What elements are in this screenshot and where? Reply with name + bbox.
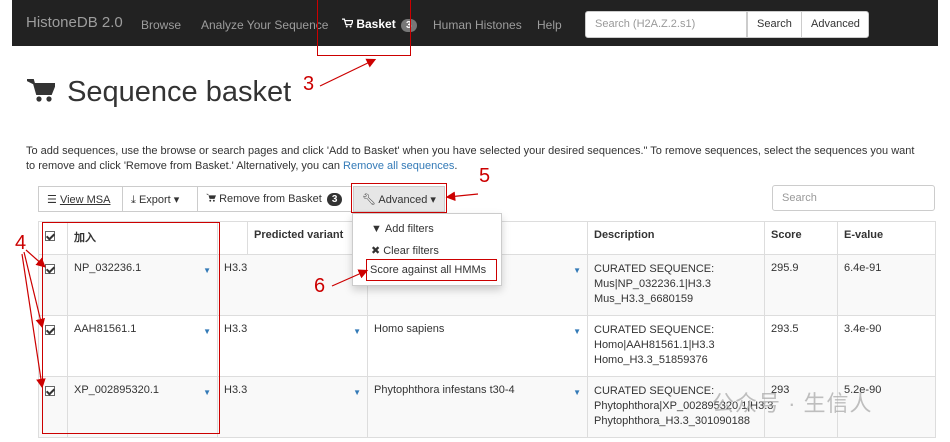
remove-label: Remove from Basket	[219, 193, 322, 205]
annotation-number-5: 5	[479, 165, 491, 187]
header-description[interactable]: Description	[587, 221, 765, 255]
arrow-3	[319, 58, 377, 87]
annotation-box-checkbox-column	[42, 222, 220, 434]
description-cell: CURATED SEQUENCE: Homo|AAH81561.1|H3.3 H…	[587, 315, 765, 377]
table-search-input[interactable]: Search	[772, 185, 935, 211]
list-icon: ☰	[47, 194, 57, 206]
annotation-box-score	[366, 259, 497, 281]
menu-item-clear-filters[interactable]: ✖ Clear filters	[371, 244, 439, 257]
intro-text: To add sequences, use the browse or sear…	[26, 145, 915, 172]
chevron-down-icon: ▾	[173, 194, 180, 206]
intro-paragraph: To add sequences, use the browse or sear…	[26, 144, 926, 174]
annotation-box-basket	[317, 0, 411, 56]
chevron-down-icon[interactable]: ▼	[573, 388, 581, 397]
annotation-number-3: 3	[303, 73, 315, 95]
annotation-number-4: 4	[15, 232, 27, 254]
organism-cell[interactable]: Homo sapiens ▼	[367, 315, 588, 377]
variant-cell[interactable]: H3.3▼	[217, 315, 368, 377]
download-icon: ⤓	[131, 194, 136, 206]
chevron-down-icon[interactable]: ▼	[353, 388, 361, 397]
remove-all-link[interactable]: Remove all sequences	[343, 160, 454, 172]
variant-cell[interactable]: H3.3▼	[217, 376, 368, 438]
cart-icon	[206, 193, 219, 205]
annotation-box-advanced	[351, 183, 447, 213]
chevron-down-icon[interactable]: ▼	[573, 266, 581, 275]
description-cell: CURATED SEQUENCE: Mus|NP_032236.1|H3.3 M…	[587, 254, 765, 316]
annotation-number-6: 6	[314, 275, 326, 297]
arrow-5	[445, 191, 479, 202]
remove-from-basket-button[interactable]: Remove from Basket 3	[197, 186, 352, 212]
organism-cell[interactable]: Phytophthora infestans t30-4 ▼	[367, 376, 588, 438]
page-title-text: Sequence basket	[67, 76, 292, 108]
cart-icon	[26, 77, 57, 111]
view-msa-button[interactable]: ☰ View MSA	[38, 186, 123, 212]
intro-end: .	[454, 160, 458, 172]
nav-advanced-button[interactable]: Advanced	[801, 11, 869, 38]
header-evalue[interactable]: E-value	[837, 221, 936, 255]
filter-icon: ▼	[371, 223, 382, 235]
view-msa-label: View MSA	[59, 194, 111, 206]
evalue-cell: 3.4e-90	[837, 315, 936, 377]
score-cell: 293.5	[764, 315, 838, 377]
chevron-down-icon[interactable]: ▼	[353, 327, 361, 336]
nav-search-button[interactable]: Search	[747, 11, 802, 38]
chevron-down-icon[interactable]: ▼	[573, 327, 581, 336]
nav-analyze[interactable]: Analyze Your Sequence	[201, 18, 328, 32]
variant-cell[interactable]: H3.3▼	[217, 254, 368, 316]
evalue-cell: 6.4e-91	[837, 254, 936, 316]
brand-logo[interactable]: HistoneDB 2.0	[26, 14, 123, 31]
export-label: Export	[138, 194, 171, 206]
top-navbar: HistoneDB 2.0 Browse Analyze Your Sequen…	[12, 0, 938, 46]
score-cell: 295.9	[764, 254, 838, 316]
nav-human-histones[interactable]: Human Histones	[433, 18, 522, 32]
menu-item-add-filters[interactable]: ▼ Add filters	[371, 223, 434, 235]
header-score[interactable]: Score	[764, 221, 838, 255]
nav-search-input[interactable]: Search (H2A.Z.2.s1)	[585, 11, 747, 38]
nav-help[interactable]: Help	[537, 18, 562, 32]
close-icon: ✖	[371, 245, 381, 257]
header-variant[interactable]: Predicted variant	[247, 221, 368, 255]
nav-browse[interactable]: Browse	[141, 18, 181, 32]
remove-count-badge: 3	[326, 193, 343, 206]
watermark-text: 公众号 · 生信人	[712, 391, 873, 416]
header-blank	[217, 221, 248, 255]
export-button[interactable]: ⤓ Export ▾	[122, 186, 198, 212]
page-title: Sequence basket	[26, 76, 292, 111]
